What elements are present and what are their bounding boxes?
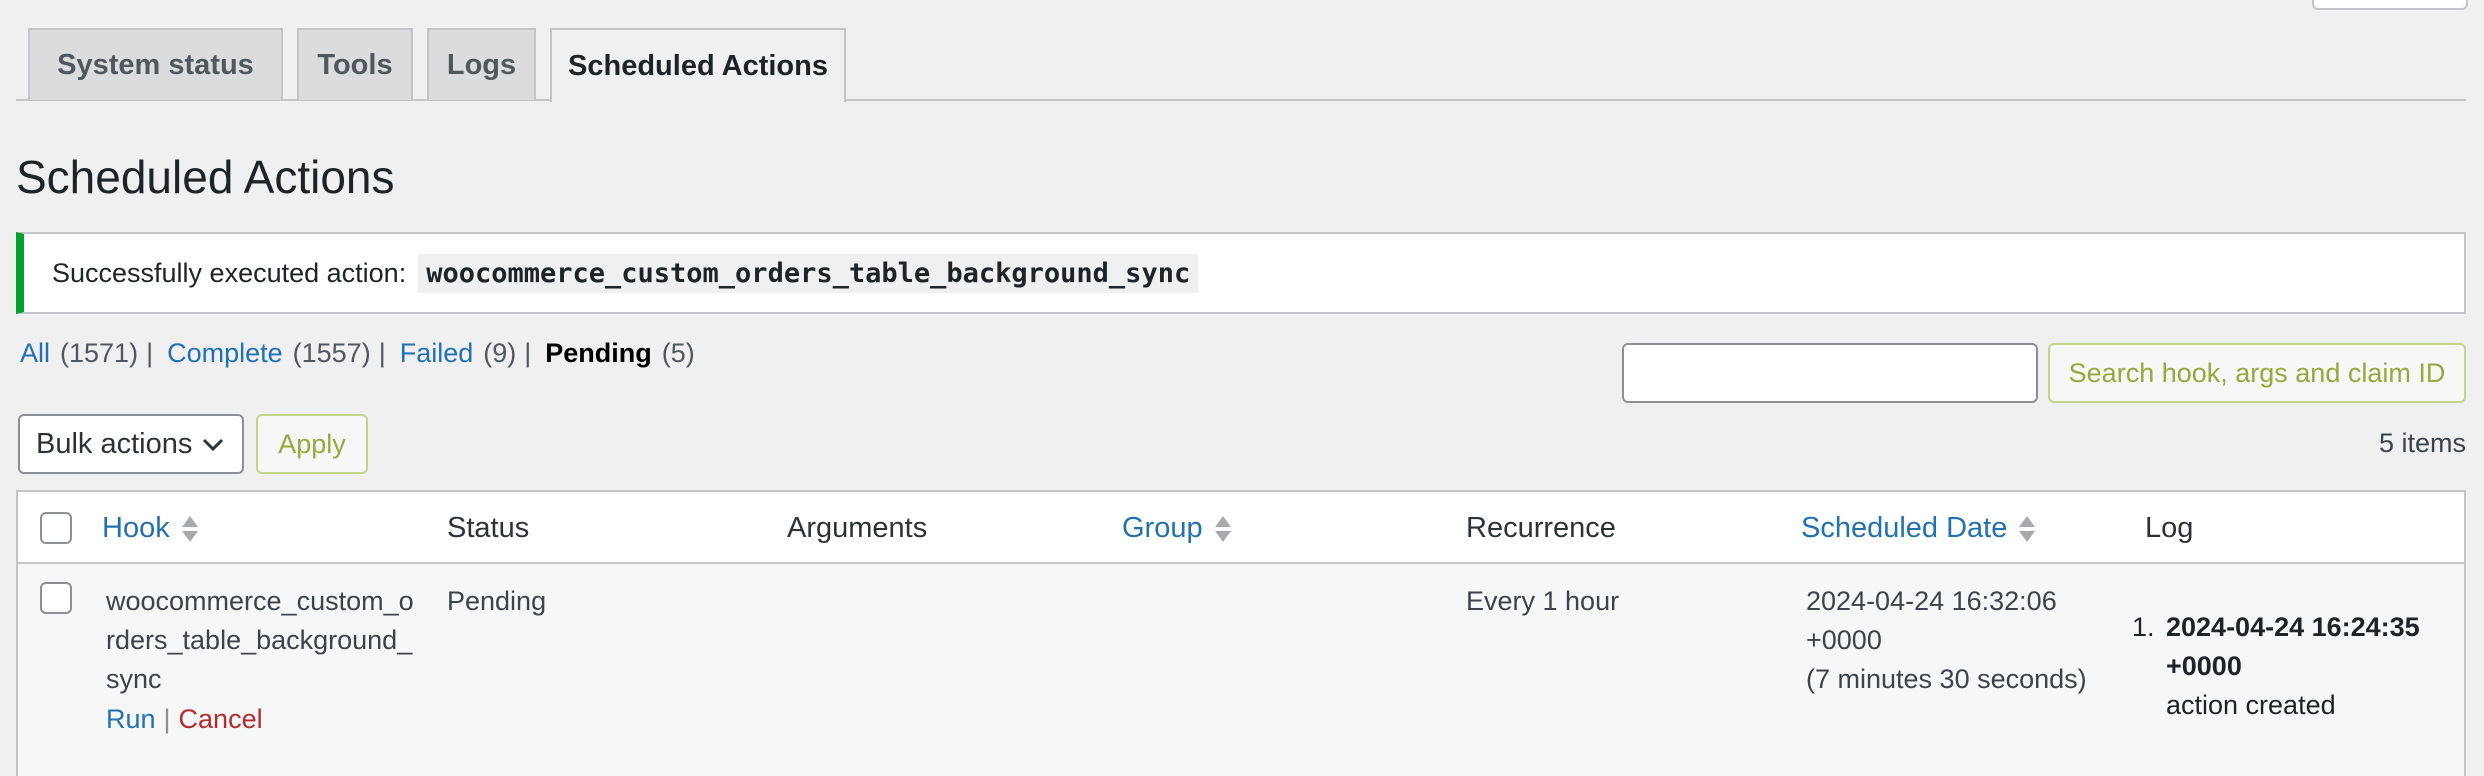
filter-complete[interactable]: Complete: [167, 338, 283, 369]
success-notice: Successfully executed action: woocommerc…: [16, 232, 2466, 314]
sort-icon: [2019, 514, 2036, 544]
filter-count: (1571): [60, 338, 139, 368]
column-recurrence: Recurrence: [1466, 512, 1616, 545]
sort-icon: [181, 514, 198, 544]
row-actions: Run | Cancel: [106, 704, 263, 735]
tab-label: Logs: [446, 48, 517, 81]
items-count: 5 items: [2378, 428, 2466, 458]
column-label: Scheduled Date: [1801, 512, 2008, 544]
column-label: Group: [1122, 512, 1203, 544]
notice-code: woocommerce_custom_orders_table_backgrou…: [418, 253, 1199, 293]
tab-logs[interactable]: Logs: [427, 28, 536, 100]
select-all-checkbox[interactable]: [40, 512, 72, 544]
table-header: Hook Status Arguments Group Recurrence S…: [18, 492, 2464, 564]
log-number: 1.: [2132, 612, 2155, 642]
column-label: Recurrence: [1466, 512, 1616, 544]
filter-count: (5): [661, 338, 695, 368]
filter-separator: |: [146, 338, 154, 368]
table-row: woocommerce_custom_orders_table_backgrou…: [18, 564, 2464, 776]
page-title: Scheduled Actions: [16, 151, 395, 203]
tab-label: Scheduled Actions: [568, 49, 828, 82]
hook-name: woocommerce_custom_orders_table_backgrou…: [106, 586, 414, 694]
column-log: Log: [2145, 512, 2193, 545]
log-date: 2024-04-24 16:24:35 +0000: [2166, 612, 2420, 681]
column-scheduled-date[interactable]: Scheduled Date: [1801, 512, 2036, 545]
cancel-link[interactable]: Cancel: [179, 704, 263, 735]
row-checkbox[interactable]: [40, 582, 72, 614]
tab-label: Tools: [317, 48, 393, 81]
column-group[interactable]: Group: [1122, 512, 1231, 545]
column-status: Status: [447, 512, 529, 545]
column-label: Hook: [102, 512, 170, 544]
run-link[interactable]: Run: [106, 704, 156, 735]
log-list: 1. 2024-04-24 16:24:35 +0000 action crea…: [2132, 608, 2446, 725]
search-button[interactable]: Search hook, args and claim ID: [2048, 343, 2466, 403]
sort-icon: [1214, 514, 1231, 544]
tab-tools[interactable]: Tools: [297, 28, 413, 100]
top-right-control[interactable]: [2312, 0, 2468, 10]
filter-all[interactable]: All: [20, 338, 50, 369]
column-arguments: Arguments: [787, 512, 927, 545]
search-input[interactable]: [1622, 343, 2038, 403]
filter-count: (1557): [292, 338, 371, 368]
filter-separator: |: [378, 338, 386, 368]
column-label: Log: [2145, 512, 2194, 544]
tab-label: System status: [57, 48, 254, 81]
column-label: Arguments: [787, 512, 928, 544]
column-hook[interactable]: Hook: [102, 512, 198, 545]
recurrence-value: Every 1 hour: [1466, 586, 1620, 616]
column-label: Status: [447, 512, 530, 544]
log-message: action created: [2166, 690, 2336, 720]
scheduled-date-value: 2024-04-24 16:32:06 +0000 (7 minutes 30 …: [1806, 582, 2126, 699]
bulk-actions-select[interactable]: Bulk actions: [18, 414, 244, 474]
scheduled-date: 2024-04-24 16:32:06 +0000: [1806, 586, 2057, 655]
chevron-down-icon: [202, 438, 224, 452]
filter-failed[interactable]: Failed: [400, 338, 474, 369]
bulk-actions-value: Bulk actions: [36, 427, 193, 460]
actions-table: Hook Status Arguments Group Recurrence S…: [16, 490, 2466, 776]
apply-button[interactable]: Apply: [256, 414, 368, 474]
tab-system-status[interactable]: System status: [28, 28, 283, 100]
tab-bar: System status Tools Logs Scheduled Actio…: [16, 28, 2466, 102]
status-value: Pending: [447, 586, 547, 616]
scheduled-relative: (7 minutes 30 seconds): [1806, 664, 2087, 694]
filter-separator: |: [524, 338, 532, 368]
action-separator: |: [163, 704, 171, 734]
notice-text: Successfully executed action:: [52, 257, 407, 288]
tab-scheduled-actions[interactable]: Scheduled Actions: [550, 28, 846, 102]
status-filters: All (1571) | Complete (1557) | Failed (9…: [20, 338, 695, 369]
filter-pending[interactable]: Pending: [545, 338, 652, 369]
filter-count: (9): [483, 338, 517, 368]
